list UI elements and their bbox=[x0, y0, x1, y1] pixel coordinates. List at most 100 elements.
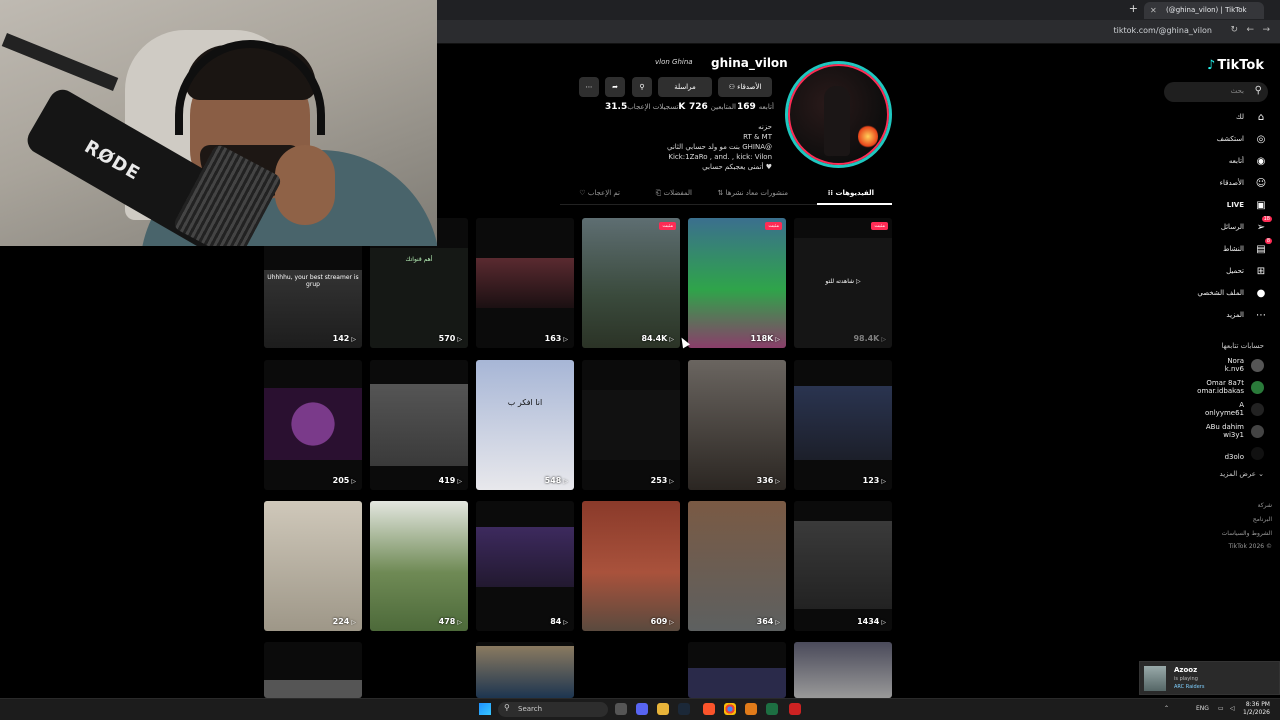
friends-button[interactable]: ⚇ الأصدقاء bbox=[718, 77, 772, 97]
profile-avatar[interactable] bbox=[785, 61, 892, 168]
nav-upload[interactable]: ⊞ تحميل bbox=[1164, 265, 1268, 281]
nav-explore[interactable]: ◎ استكشف bbox=[1164, 133, 1268, 149]
nav-profile[interactable]: ● الملف الشخصي bbox=[1164, 287, 1268, 303]
video-card[interactable] bbox=[476, 642, 574, 698]
url-text[interactable]: tiktok.com/@ghina_vilon bbox=[1114, 26, 1212, 35]
search-icon: ⚲ bbox=[504, 703, 510, 712]
steam-icon[interactable] bbox=[678, 703, 690, 715]
game-activity-notification[interactable]: Azooz is playing ARC Raiders bbox=[1139, 661, 1280, 695]
video-card[interactable]: 609 ▷ bbox=[582, 501, 680, 631]
video-card[interactable]: 364 ▷ bbox=[688, 501, 786, 631]
following-section-title: حسابات تتابعها bbox=[1221, 342, 1264, 350]
tab-reposts[interactable]: ⇅ منشورات معاد نشرها bbox=[718, 189, 788, 197]
following-account[interactable]: d3olo bbox=[1164, 444, 1264, 464]
tray-chevron-icon[interactable]: ⌃ bbox=[1164, 705, 1169, 712]
nav-live[interactable]: ▣ LIVE bbox=[1164, 199, 1268, 215]
show-more-link[interactable]: عرض المزيد ⌄ bbox=[1220, 470, 1264, 478]
play-icon: ▷ bbox=[669, 619, 674, 626]
footer-link[interactable]: شركة bbox=[1258, 502, 1272, 509]
video-card[interactable] bbox=[264, 642, 362, 698]
video-card[interactable]: 205 ▷ bbox=[264, 360, 362, 490]
play-icon: ▷ bbox=[775, 478, 780, 485]
view-count: 253 ▷ bbox=[650, 476, 674, 485]
video-caption: شاهدته للتو ▷ bbox=[825, 278, 861, 285]
play-icon: ▷ bbox=[457, 619, 462, 626]
view-count: 609 ▷ bbox=[650, 617, 674, 626]
footer-link[interactable]: البرنامج bbox=[1253, 516, 1272, 523]
video-card[interactable]: مثبت شاهدته للتو ▷ 98.4K ▷ bbox=[794, 218, 892, 348]
view-count: 224 ▷ bbox=[332, 617, 356, 626]
volume-icon[interactable]: ◁ bbox=[1230, 705, 1235, 712]
nav-activity[interactable]: ▤ 8 النشاط bbox=[1164, 238, 1272, 259]
task-view-icon[interactable] bbox=[615, 703, 627, 715]
likes-stat: تسجيلات الإعجاب31.5K bbox=[605, 102, 686, 112]
search-icon[interactable]: ⚲ bbox=[1255, 85, 1262, 96]
tab-videos[interactable]: ⁝⁝ الفيديوهات bbox=[828, 189, 874, 197]
taskbar-search[interactable]: ⚲ Search bbox=[498, 702, 608, 717]
browser-tab[interactable]: ✕ (@ghina_vilon) | TikTok bbox=[1144, 2, 1264, 19]
video-card[interactable] bbox=[794, 642, 892, 698]
play-icon: ▷ bbox=[563, 336, 568, 343]
footer-link[interactable]: الشروط والسياسات bbox=[1222, 530, 1272, 537]
following-account[interactable]: Nora k.nv6 bbox=[1164, 356, 1264, 376]
video-card[interactable]: 84 ▷ bbox=[476, 501, 574, 631]
more-options-icon[interactable]: ⋯ bbox=[579, 77, 599, 97]
following-account[interactable]: Omar 8a7t omar.idbakas bbox=[1164, 378, 1264, 398]
profile-icon: ● bbox=[1256, 288, 1266, 299]
nav-more[interactable]: ⋯ المزيد bbox=[1164, 309, 1268, 325]
nav-for-you[interactable]: ⌂ لك bbox=[1164, 111, 1268, 127]
pinned-badge: مثبت bbox=[659, 222, 676, 230]
excel-icon[interactable] bbox=[766, 703, 778, 715]
following-stat[interactable]: أتابعه169 bbox=[734, 102, 774, 114]
back-icon[interactable]: ← bbox=[1246, 25, 1254, 35]
network-icon[interactable]: ▭ bbox=[1218, 705, 1224, 712]
search-input[interactable]: بحث ⚲ bbox=[1164, 82, 1268, 102]
close-icon[interactable]: ✕ bbox=[1150, 2, 1157, 19]
file-explorer-icon[interactable] bbox=[657, 703, 669, 715]
windows-taskbar: ⚲ Search ⌃ ENG ▭ ◁ 8:36 PM 1/2/2026 bbox=[0, 698, 1280, 720]
video-card[interactable]: مثبت 84.4K ▷ bbox=[582, 218, 680, 348]
video-card[interactable]: 253 ▷ bbox=[582, 360, 680, 490]
video-card[interactable]: 1434 ▷ bbox=[794, 501, 892, 631]
video-card[interactable]: مثبت 118K ▷ bbox=[688, 218, 786, 348]
windows-start-icon[interactable] bbox=[479, 703, 491, 715]
video-card[interactable]: 163 ▷ bbox=[476, 218, 574, 348]
play-icon: ▷ bbox=[881, 619, 886, 626]
nav-following[interactable]: ◉ أتابعه bbox=[1164, 155, 1268, 171]
video-card[interactable]: 478 ▷ bbox=[370, 501, 468, 631]
share-icon[interactable]: ➦ bbox=[605, 77, 625, 97]
copyright: TikTok 2026 © bbox=[1228, 543, 1273, 550]
chrome-icon[interactable] bbox=[724, 703, 736, 715]
video-card[interactable] bbox=[688, 642, 786, 698]
play-icon: ▷ bbox=[457, 336, 462, 343]
nav-messages[interactable]: ➢ 18 الرسائل bbox=[1164, 216, 1272, 237]
active-tab-indicator bbox=[817, 203, 892, 205]
forward-icon[interactable]: → bbox=[1262, 25, 1270, 35]
nav-friends[interactable]: ☺ الأصدقاء bbox=[1164, 177, 1268, 193]
add-friend-icon[interactable]: ⚲ bbox=[632, 77, 652, 97]
app-icon[interactable] bbox=[745, 703, 757, 715]
video-card[interactable]: 123 ▷ bbox=[794, 360, 892, 490]
following-icon: ◉ bbox=[1256, 156, 1266, 167]
tiktok-logo[interactable]: ♪ TikTok bbox=[1207, 58, 1264, 73]
followers-stat[interactable]: المتابعين726 bbox=[686, 102, 736, 114]
new-tab-button[interactable]: + bbox=[1129, 2, 1138, 15]
language-indicator[interactable]: ENG bbox=[1196, 705, 1209, 712]
following-account[interactable]: Aonlyyme61 bbox=[1164, 400, 1264, 420]
activity-badge: 8 bbox=[1264, 238, 1272, 244]
video-card[interactable]: 419 ▷ bbox=[370, 360, 468, 490]
video-card[interactable]: 336 ▷ bbox=[688, 360, 786, 490]
tab-favorites[interactable]: ⎗ المفضلات bbox=[656, 189, 692, 198]
reload-icon[interactable]: ↻ bbox=[1230, 25, 1238, 35]
system-clock[interactable]: 8:36 PM 1/2/2026 bbox=[1243, 701, 1270, 717]
video-card[interactable]: انا افكر ب 548 ▷ bbox=[476, 360, 574, 490]
video-card[interactable]: 224 ▷ bbox=[264, 501, 362, 631]
activity-icon: ▤ bbox=[1256, 244, 1266, 255]
message-button[interactable]: مراسلة bbox=[658, 77, 712, 97]
tab-liked[interactable]: ♡ تم الإعجاب bbox=[579, 189, 620, 197]
brave-icon[interactable] bbox=[703, 703, 715, 715]
following-account[interactable]: ABu dahim wi3y1 bbox=[1164, 422, 1264, 442]
discord-icon[interactable] bbox=[636, 703, 648, 715]
view-count: 84.4K ▷ bbox=[641, 334, 674, 343]
recording-icon[interactable] bbox=[789, 703, 801, 715]
